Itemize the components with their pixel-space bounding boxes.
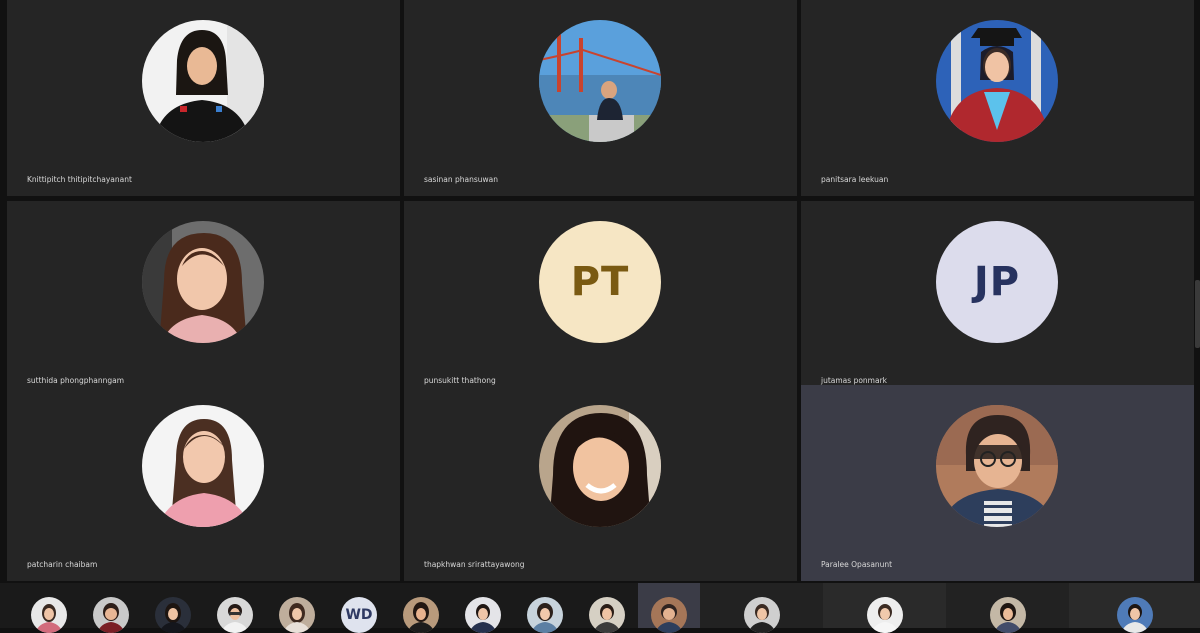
strip-participant-thumb-active[interactable] [638, 583, 700, 633]
participant-name: Knittipitch thitipitchayanant [27, 175, 132, 184]
participant-name: sasinan phansuwan [424, 175, 498, 184]
strip-participant-cell[interactable] [700, 583, 823, 633]
strip-participant-thumb[interactable] [80, 583, 142, 633]
participant-name: patcharin chaibam [27, 560, 98, 569]
participant-tile[interactable]: thapkhwan srirattayawong [404, 385, 797, 581]
participant-avatar [539, 405, 661, 527]
participant-avatar [936, 20, 1058, 142]
participant-tile[interactable]: JP jutamas ponmark [801, 201, 1194, 397]
participant-avatar [539, 20, 661, 142]
participant-avatar [142, 405, 264, 527]
strip-participant-thumb[interactable] [390, 583, 452, 633]
participant-name: thapkhwan srirattayawong [424, 560, 525, 569]
participant-name: jutamas ponmark [821, 376, 887, 385]
participant-tile-active[interactable]: Paralee Opasanunt [801, 385, 1194, 581]
participant-avatar [936, 405, 1058, 527]
participant-tile[interactable]: patcharin chaibam [7, 385, 400, 581]
strip-participant-thumb[interactable] [266, 583, 328, 633]
participant-tile[interactable]: PT punsukitt thathong [404, 201, 797, 397]
participant-tile[interactable]: panitsara leekuan [801, 0, 1194, 196]
participant-name: panitsara leekuan [821, 175, 889, 184]
strip-participant-thumb[interactable]: WD [328, 583, 390, 633]
participant-initials-avatar: PT [539, 221, 661, 343]
participant-avatar [142, 221, 264, 343]
strip-participant-cell[interactable] [823, 583, 946, 633]
strip-participant-thumb[interactable] [142, 583, 204, 633]
strip-participant-thumb[interactable] [576, 583, 638, 633]
strip-participant-thumb[interactable] [514, 583, 576, 633]
participant-tile[interactable]: sutthida phongphanngam [7, 201, 400, 397]
strip-participant-cell[interactable] [946, 583, 1069, 633]
participant-name: punsukitt thathong [424, 376, 496, 385]
participant-strip: WD [0, 583, 1200, 633]
panel-collapse-handle[interactable] [1195, 280, 1200, 348]
participant-tile[interactable]: sasinan phansuwan [404, 0, 797, 196]
video-grid: Knittipitch thitipitchayanant sasinan ph… [0, 0, 1200, 583]
strip-participant-thumb[interactable] [18, 583, 80, 633]
strip-participant-thumb[interactable] [452, 583, 514, 633]
strip-participant-cell[interactable] [1069, 583, 1200, 633]
participant-avatar [142, 20, 264, 142]
participant-tile[interactable]: Knittipitch thitipitchayanant [7, 0, 400, 196]
participant-name: sutthida phongphanngam [27, 376, 125, 385]
strip-participant-thumb[interactable] [204, 583, 266, 633]
participant-initials-avatar: JP [936, 221, 1058, 343]
participant-name: Paralee Opasanunt [821, 560, 893, 569]
